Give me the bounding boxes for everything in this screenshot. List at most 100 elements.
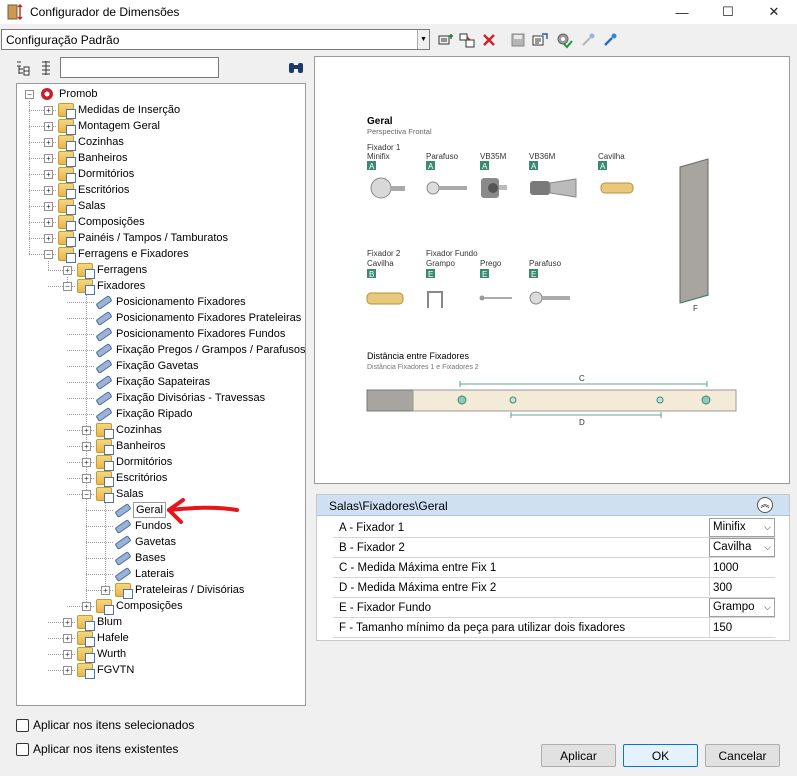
expand-plus-icon[interactable]: + xyxy=(82,458,91,467)
tree-node-label: Cozinhas xyxy=(78,136,124,148)
tree-node[interactable]: Posicionamento Fixadores Prateleiras xyxy=(17,310,305,326)
tree-node[interactable]: Posicionamento Fixadores xyxy=(17,294,305,310)
tree-node[interactable]: Fixação Pregos / Grampos / Parafusos xyxy=(17,342,305,358)
tree-search-input[interactable] xyxy=(60,57,219,78)
chevron-down-icon[interactable]: ▼ xyxy=(417,30,429,49)
tree-node[interactable]: + FGVTN xyxy=(17,662,305,679)
chevron-down-icon[interactable]: ⌵ xyxy=(764,519,771,536)
tree-node[interactable]: Fixação Ripado xyxy=(17,406,305,422)
apply-existing-label: Aplicar nos itens existentes xyxy=(33,742,179,756)
parameter-icon xyxy=(95,359,113,374)
expand-plus-icon[interactable]: + xyxy=(63,650,72,659)
expand-plus-icon[interactable]: + xyxy=(82,602,91,611)
property-dropdown[interactable]: Cavilha ⌵ xyxy=(709,538,775,557)
binoculars-search-icon[interactable] xyxy=(287,60,305,76)
chevron-down-icon[interactable]: ⌵ xyxy=(764,599,771,616)
brush-icon[interactable] xyxy=(601,31,619,49)
expand-all-icon[interactable] xyxy=(15,60,31,76)
tree-node[interactable]: Fixação Divisórias - Travessas xyxy=(17,390,305,406)
expand-plus-icon[interactable]: + xyxy=(44,170,53,179)
property-value: Minifix xyxy=(713,521,746,533)
tree-node[interactable]: + Salas xyxy=(17,198,305,215)
ok-button[interactable]: OK xyxy=(623,744,698,767)
collapse-all-icon[interactable] xyxy=(40,60,52,76)
configuration-select[interactable]: Configuração Padrão ▼ xyxy=(1,29,430,50)
collapse-icon[interactable]: ︽ xyxy=(757,497,773,513)
apply-existing-checkbox[interactable] xyxy=(16,743,29,756)
maximize-button[interactable]: ☐ xyxy=(705,0,751,24)
tree-node[interactable]: Posicionamento Fixadores Fundos xyxy=(17,326,305,342)
cancel-button[interactable]: Cancelar xyxy=(705,744,780,767)
tree-node[interactable]: + Ferragens xyxy=(17,262,305,279)
close-button[interactable]: ✕ xyxy=(751,0,797,24)
property-value-input[interactable]: 300 xyxy=(709,578,775,598)
tree-node[interactable]: + Wurth xyxy=(17,646,305,663)
tree-node[interactable]: + Composições xyxy=(17,214,305,231)
tree-node[interactable]: Fixação Gavetas xyxy=(17,358,305,374)
tree-node[interactable]: − Promob xyxy=(17,86,305,102)
expand-plus-icon[interactable]: + xyxy=(44,186,53,195)
tree-node[interactable]: Gavetas xyxy=(17,534,305,550)
tree-node[interactable]: + Cozinhas xyxy=(17,134,305,151)
expand-plus-icon[interactable]: + xyxy=(44,154,53,163)
expand-plus-icon[interactable]: + xyxy=(63,266,72,275)
tree-node[interactable]: Fixação Sapateiras xyxy=(17,374,305,390)
collapse-minus-icon[interactable]: − xyxy=(82,490,91,499)
property-value-input[interactable]: 150 xyxy=(709,618,775,638)
folder-icon xyxy=(96,599,114,615)
property-value: 1000 xyxy=(713,562,739,574)
expand-plus-icon[interactable]: + xyxy=(63,634,72,643)
expand-plus-icon[interactable]: + xyxy=(63,666,72,675)
expand-plus-icon[interactable]: + xyxy=(44,218,53,227)
tree-node[interactable]: + Painéis / Tampos / Tamburatos xyxy=(17,230,305,247)
tree-node[interactable]: Laterais xyxy=(17,566,305,582)
tree-node[interactable]: + Hafele xyxy=(17,630,305,647)
tree-node[interactable]: + Composições xyxy=(17,598,305,615)
link-icon[interactable] xyxy=(579,31,597,49)
settings-check-icon[interactable] xyxy=(555,31,573,49)
tree-node[interactable]: + Escritórios xyxy=(17,470,305,487)
tree-node[interactable]: + Montagem Geral xyxy=(17,118,305,135)
tree-node[interactable]: + Escritórios xyxy=(17,182,305,199)
expand-plus-icon[interactable]: + xyxy=(101,586,110,595)
tree-node[interactable]: − Ferragens e Fixadores xyxy=(17,246,305,263)
expand-plus-icon[interactable]: + xyxy=(82,442,91,451)
tree-node-label: Montagem Geral xyxy=(78,120,160,132)
property-dropdown[interactable]: Grampo ⌵ xyxy=(709,598,775,617)
tree-node[interactable]: + Medidas de Inserção xyxy=(17,102,305,119)
expand-plus-icon[interactable]: + xyxy=(44,202,53,211)
expand-plus-icon[interactable]: + xyxy=(82,474,91,483)
property-value-input[interactable]: 1000 xyxy=(709,558,775,578)
expand-plus-icon[interactable]: + xyxy=(82,426,91,435)
tree-node[interactable]: Bases xyxy=(17,550,305,566)
tree-node[interactable]: + Cozinhas xyxy=(17,422,305,439)
property-dropdown[interactable]: Minifix ⌵ xyxy=(709,518,775,537)
property-row: C - Medida Máxima entre Fix 1 1000 xyxy=(333,558,775,578)
minimize-button[interactable]: — xyxy=(659,0,705,24)
expand-plus-icon[interactable]: + xyxy=(44,106,53,115)
delete-icon[interactable] xyxy=(480,31,498,49)
expand-plus-icon[interactable]: + xyxy=(63,618,72,627)
chevron-down-icon[interactable]: ⌵ xyxy=(764,539,771,556)
apply-button[interactable]: Aplicar xyxy=(541,744,616,767)
collapse-minus-icon[interactable]: − xyxy=(25,90,34,99)
tree-node[interactable]: − Fixadores xyxy=(17,278,305,295)
tree-view[interactable]: − Promob + Medidas de Inserção + Montagem Ger… xyxy=(16,83,306,706)
new-config-icon[interactable] xyxy=(436,31,454,49)
copy-config-icon[interactable] xyxy=(458,31,476,49)
tree-node[interactable]: + Dormitórios xyxy=(17,454,305,471)
folder-icon xyxy=(58,215,76,231)
tree-node[interactable]: + Dormitórios xyxy=(17,166,305,183)
export-icon[interactable] xyxy=(531,31,549,49)
expand-plus-icon[interactable]: + xyxy=(44,138,53,147)
expand-plus-icon[interactable]: + xyxy=(44,234,53,243)
apply-selected-checkbox[interactable] xyxy=(16,719,29,732)
expand-plus-icon[interactable]: + xyxy=(44,122,53,131)
tree-node[interactable]: + Banheiros xyxy=(17,438,305,455)
tree-node[interactable]: + Prateleiras / Divisórias xyxy=(17,582,305,599)
collapse-minus-icon[interactable]: − xyxy=(44,250,53,259)
tree-node[interactable]: + Banheiros xyxy=(17,150,305,167)
collapse-minus-icon[interactable]: − xyxy=(63,282,72,291)
tree-node[interactable]: + Blum xyxy=(17,614,305,631)
save-icon[interactable] xyxy=(509,31,527,49)
